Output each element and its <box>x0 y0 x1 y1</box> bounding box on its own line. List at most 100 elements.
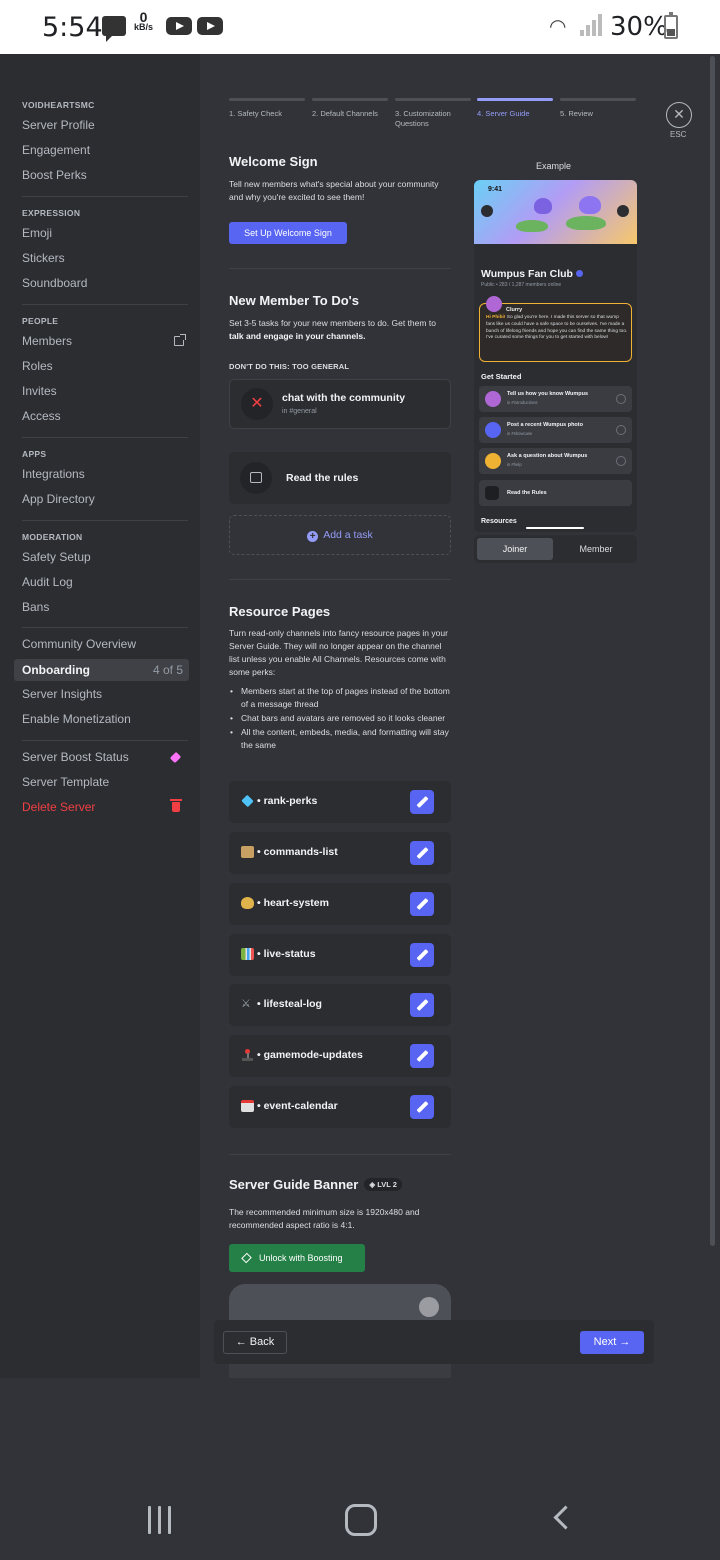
battery-icon <box>664 12 678 39</box>
example-task: Read the Rules <box>479 480 632 506</box>
sidebar-divider <box>22 627 188 628</box>
step-server-guide[interactable]: 4. Server Guide <box>477 98 553 119</box>
sidebar-section-people: PEOPLE <box>22 316 59 326</box>
task-title: Read the rules <box>286 472 359 484</box>
boost-gem-icon <box>169 751 182 764</box>
calendar-icon <box>241 1100 254 1112</box>
example-welcome-message: Clurry Hi Phibi! So glad you're here. I … <box>479 296 632 362</box>
sidebar-section-moderation: MODERATION <box>22 532 83 542</box>
example-task: Ask a question about Wumpus in #help <box>479 448 632 474</box>
sidebar-item-engagement[interactable]: Engagement <box>22 139 188 161</box>
sidebar-item-integrations[interactable]: Integrations <box>22 463 188 485</box>
home-button[interactable] <box>345 1504 377 1536</box>
step-review[interactable]: 5. Review <box>560 98 636 119</box>
upload-image-icon[interactable] <box>419 1297 439 1317</box>
gem-icon <box>241 794 254 808</box>
sidebar-item-server-profile[interactable]: Server Profile <box>22 114 188 136</box>
scroll-icon <box>241 846 254 858</box>
resource-page-name: • event-calendar <box>257 1100 338 1112</box>
sidebar-item-label: Members <box>22 334 73 348</box>
sidebar-item-app-directory[interactable]: App Directory <box>22 488 188 510</box>
sidebar-section-apps: APPS <box>22 449 47 459</box>
unlock-with-boosting-button[interactable]: Unlock with Boosting <box>229 1244 365 1272</box>
set-up-welcome-sign-button[interactable]: Set Up Welcome Sign <box>229 222 347 244</box>
back-button[interactable]: ← Back <box>223 1331 287 1354</box>
sidebar-item-roles[interactable]: Roles <box>22 355 188 377</box>
edit-pencil-icon[interactable] <box>410 892 434 916</box>
sidebar-item-community-overview[interactable]: Community Overview <box>22 633 188 655</box>
edit-pencil-icon[interactable] <box>410 841 434 865</box>
example-server-name: Wumpus Fan Club <box>481 268 583 280</box>
sidebar-item-access[interactable]: Access <box>22 405 188 427</box>
resource-pages-desc: Turn read-only channels into fancy resou… <box>229 628 448 677</box>
sidebar-item-boost-perks[interactable]: Boost Perks <box>22 164 188 186</box>
sidebar-item-emoji[interactable]: Emoji <box>22 222 188 244</box>
sidebar-item-stickers[interactable]: Stickers <box>22 247 188 269</box>
resource-page-row[interactable]: • commands-list <box>229 832 451 874</box>
resource-page-row[interactable]: • heart-system <box>229 883 451 925</box>
example-task: Post a recent Wumpus photo in #showcase <box>479 417 632 443</box>
sidebar-item-enable-monetization[interactable]: Enable Monetization <box>22 708 188 730</box>
edit-pencil-icon[interactable] <box>410 993 434 1017</box>
resource-page-row[interactable]: • event-calendar <box>229 1086 451 1128</box>
sidebar-item-safety-setup[interactable]: Safety Setup <box>22 546 188 568</box>
status-time: 5:54 <box>42 12 103 43</box>
section-divider <box>229 579 451 580</box>
trash-icon <box>170 799 182 812</box>
image-icon <box>240 462 272 494</box>
level-badge: ◈ LVL 2 <box>364 1178 402 1191</box>
back-nav-button[interactable] <box>553 1505 578 1530</box>
youtube-notification-icon <box>197 17 223 35</box>
sidebar-item-server-boost-status[interactable]: Server Boost Status <box>22 746 188 768</box>
resource-page-row[interactable]: ⚔ • lifesteal-log <box>229 984 451 1026</box>
step-customization-questions[interactable]: 3. Customization Questions <box>395 98 471 129</box>
example-task: Tell us how you know Wumpus in #introduct… <box>479 386 632 412</box>
sidebar-item-members[interactable]: Members <box>22 330 188 352</box>
onboarding-footer: ← Back Next → <box>214 1320 654 1364</box>
bad-example-task: ✕ chat with the community in #general <box>229 379 451 429</box>
close-button[interactable]: ✕ <box>666 102 692 128</box>
resource-page-row[interactable]: • gamemode-updates <box>229 1035 451 1077</box>
add-task-button[interactable]: + Add a task <box>229 515 451 555</box>
next-button[interactable]: Next → <box>580 1331 644 1354</box>
sidebar-item-delete-server[interactable]: Delete Server <box>22 796 188 818</box>
android-nav-bar <box>0 1480 720 1560</box>
sidebar-item-server-insights[interactable]: Server Insights <box>22 683 188 705</box>
money-bag-icon <box>241 897 254 909</box>
sidebar-item-label: Delete Server <box>22 800 96 814</box>
sidebar-item-audit-log[interactable]: Audit Log <box>22 571 188 593</box>
menu-icon <box>481 205 493 217</box>
sidebar-divider <box>22 740 188 741</box>
perk-item: Members start at the top of pages instea… <box>229 685 451 711</box>
edit-pencil-icon[interactable] <box>410 1095 434 1119</box>
edit-pencil-icon[interactable] <box>410 1044 434 1068</box>
welcome-sign-title: Welcome Sign <box>229 154 318 169</box>
resource-page-row[interactable]: • rank-perks <box>229 781 451 823</box>
bar-chart-icon <box>241 948 254 960</box>
server-banner-illustration: 9:41 <box>474 180 637 244</box>
sidebar-item-server-template[interactable]: Server Template <box>22 771 188 793</box>
scrollbar[interactable] <box>710 56 715 1246</box>
section-divider <box>229 1154 451 1155</box>
edit-pencil-icon[interactable] <box>410 790 434 814</box>
server-guide-banner-title: Server Guide Banner ◈ LVL 2 <box>229 1177 402 1192</box>
step-safety-check[interactable]: 1. Safety Check <box>229 98 305 119</box>
sidebar-item-label: Onboarding <box>22 663 90 677</box>
resource-page-name: • heart-system <box>257 897 329 909</box>
step-default-channels[interactable]: 2. Default Channels <box>312 98 388 119</box>
toggle-member[interactable]: Member <box>558 538 634 560</box>
sidebar-section-expression: EXPRESSION <box>22 208 81 218</box>
task-read-the-rules[interactable]: Read the rules <box>229 452 451 504</box>
settings-sidebar: VOIDHEARTSMC Server Profile Engagement B… <box>0 54 200 1378</box>
resource-pages-title: Resource Pages <box>229 604 331 619</box>
edit-pencil-icon[interactable] <box>410 943 434 967</box>
toggle-joiner[interactable]: Joiner <box>477 538 553 560</box>
sidebar-item-soundboard[interactable]: Soundboard <box>22 272 188 294</box>
recent-apps-button[interactable] <box>146 1506 174 1534</box>
resource-page-row[interactable]: • live-status <box>229 934 451 976</box>
resource-page-name: • lifesteal-log <box>257 998 322 1010</box>
todo-title: New Member To Do's <box>229 293 359 308</box>
sidebar-item-bans[interactable]: Bans <box>22 596 188 618</box>
sidebar-item-onboarding[interactable]: Onboarding 4 of 5 <box>14 659 189 681</box>
sidebar-item-invites[interactable]: Invites <box>22 380 188 402</box>
